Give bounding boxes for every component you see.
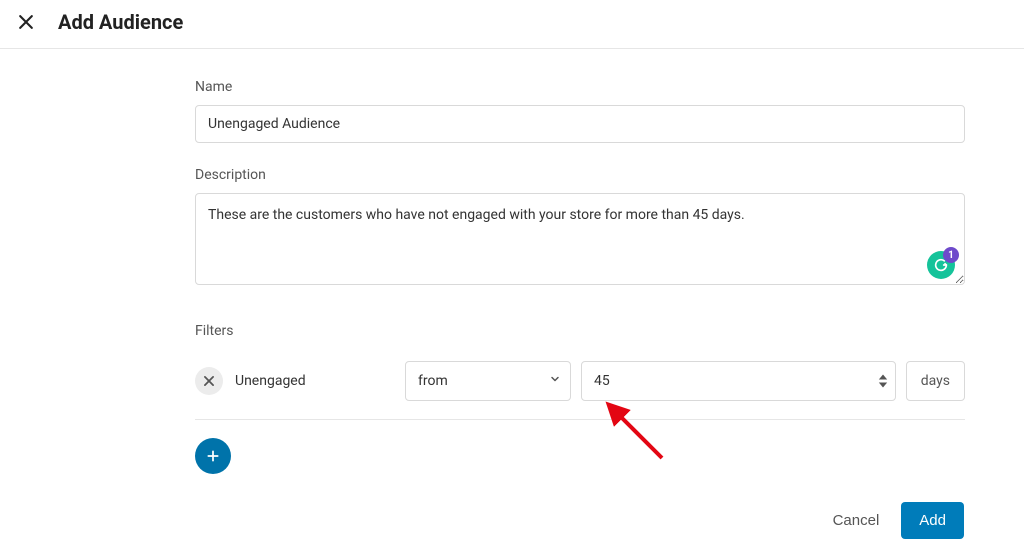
filter-unit-label: days — [906, 361, 965, 401]
grammarly-badge[interactable]: 1 — [927, 251, 955, 279]
modal-footer: Cancel Add — [833, 502, 964, 539]
close-icon — [202, 374, 216, 388]
close-icon — [16, 12, 36, 32]
modal-content: Name Description 1 Filters Unengaged fro… — [0, 49, 1024, 474]
filter-value-input[interactable] — [581, 361, 896, 401]
plus-icon — [206, 449, 220, 463]
name-label: Name — [195, 79, 964, 95]
cancel-button[interactable]: Cancel — [833, 512, 880, 529]
grammarly-count-badge: 1 — [943, 247, 959, 263]
filter-name-label: Unengaged — [235, 373, 395, 389]
name-field-group: Name — [195, 79, 964, 143]
description-textarea[interactable] — [195, 193, 965, 285]
description-label: Description — [195, 167, 964, 183]
filters-label: Filters — [195, 323, 964, 339]
filter-operator-value: from — [418, 373, 448, 389]
modal-header: Add Audience — [0, 0, 1024, 49]
remove-filter-button[interactable] — [195, 367, 223, 395]
description-field-group: Description 1 — [195, 167, 964, 289]
filter-operator-select[interactable]: from — [405, 361, 571, 401]
add-filter-button[interactable] — [195, 438, 231, 474]
add-button[interactable]: Add — [901, 502, 964, 539]
filter-row: Unengaged from days — [195, 361, 965, 420]
close-button[interactable] — [14, 10, 38, 34]
name-input[interactable] — [195, 105, 965, 143]
filters-section: Filters Unengaged from days — [195, 323, 964, 474]
page-title: Add Audience — [58, 10, 183, 34]
